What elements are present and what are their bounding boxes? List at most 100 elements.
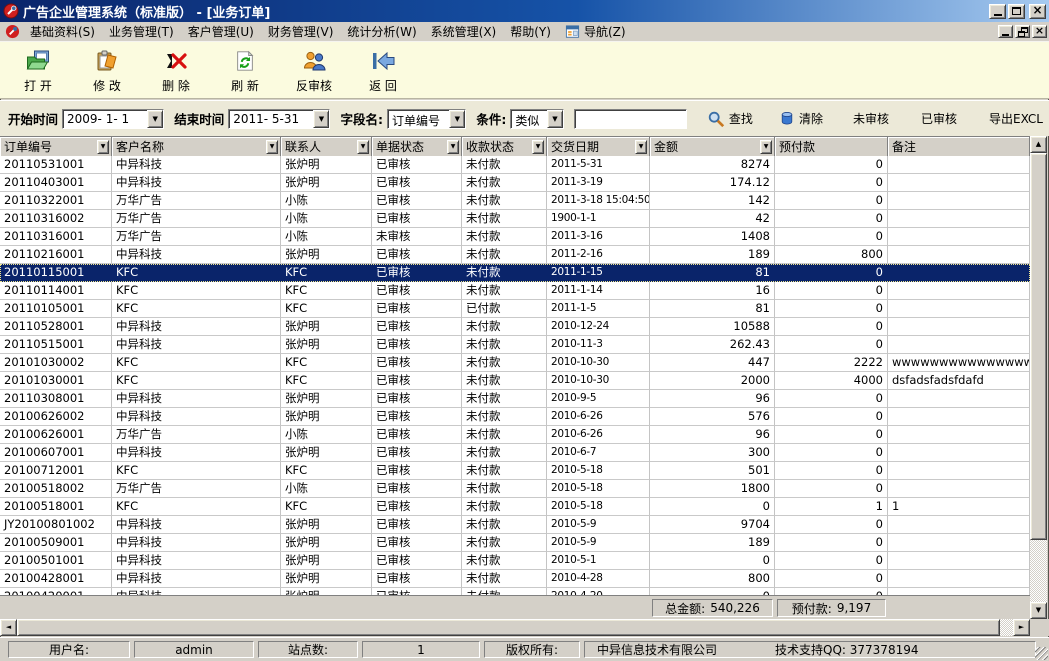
table-row[interactable]: 20110115001KFCKFC已审核未付款2011-1-15810 — [0, 264, 1030, 282]
table-row[interactable]: 20100518002万华广告小陈已审核未付款2010-5-1818000 — [0, 480, 1030, 498]
table-cell: 中异科技 — [112, 444, 281, 462]
column-filter-button[interactable]: ▼ — [357, 140, 369, 154]
mdi-close-button[interactable]: × — [1032, 25, 1047, 38]
column-header[interactable]: 单据状态▼ — [372, 137, 462, 157]
column-header[interactable]: 预付款 — [775, 137, 888, 157]
table-row[interactable]: 20100626001万华广告小陈已审核未付款2010-6-26960 — [0, 426, 1030, 444]
resize-grip[interactable] — [1035, 647, 1048, 660]
table-cell: 20100428001 — [0, 570, 112, 588]
column-filter-button[interactable]: ▼ — [266, 140, 278, 154]
table-row[interactable]: 20110105001KFCKFC已审核已付款2011-1-5810 — [0, 300, 1030, 318]
table-row[interactable]: 20110528001中异科技张炉明已审核未付款2010-12-24105880 — [0, 318, 1030, 336]
scroll-left-button[interactable]: ◄ — [0, 619, 17, 636]
column-filter-button[interactable]: ▼ — [97, 140, 109, 154]
column-header[interactable]: 金额▼ — [650, 137, 775, 157]
table-row[interactable]: 20100509001中异科技张炉明已审核未付款2010-5-91890 — [0, 534, 1030, 552]
menu-item-label: 导航(Z) — [584, 23, 626, 40]
dropdown-icon[interactable]: ▼ — [547, 110, 563, 128]
find-button[interactable]: 查找 — [701, 106, 759, 132]
table-row[interactable]: 20110322001万华广告小陈已审核未付款2011-3-18 15:04:5… — [0, 192, 1030, 210]
export-excel-button-label: 导出EXCL — [989, 110, 1043, 127]
table-row[interactable]: 20110403001中异科技张炉明已审核未付款2011-3-19174.120 — [0, 174, 1030, 192]
menu-item[interactable]: 客户管理(U) — [181, 23, 261, 41]
close-button[interactable]: × — [1029, 4, 1046, 19]
table-row[interactable]: 20100420001中异科技张炉明已审核未付款2010-4-2000 — [0, 588, 1030, 595]
scroll-right-button[interactable]: ► — [1013, 619, 1030, 636]
maximize-button[interactable] — [1008, 4, 1025, 19]
horizontal-scroll-track[interactable] — [17, 619, 1013, 636]
start-date-combo[interactable]: 2009- 1- 1 ▼ — [62, 109, 164, 129]
menu-item[interactable]: 帮助(Y) — [503, 23, 558, 41]
field-name-combo[interactable]: 订单编号 ▼ — [387, 109, 466, 129]
toolbar-button[interactable]: 刷 新 — [217, 46, 273, 96]
menu-item[interactable]: 基础资料(S) — [23, 23, 102, 41]
search-input[interactable] — [574, 109, 687, 129]
end-date-combo[interactable]: 2011- 5-31 ▼ — [228, 109, 330, 129]
unaudited-button[interactable]: 未审核 — [847, 106, 895, 131]
mdi-minimize-button[interactable] — [998, 25, 1013, 38]
table-cell: 142 — [650, 192, 775, 210]
horizontal-scrollbar[interactable]: ◄ ► — [0, 619, 1030, 636]
menu-item[interactable]: 业务管理(T) — [102, 23, 181, 41]
table-row[interactable]: 20110515001中异科技张炉明已审核未付款2010-11-3262.430 — [0, 336, 1030, 354]
export-excel-button[interactable]: 导出EXCL — [983, 106, 1049, 131]
column-header[interactable]: 交货日期▼ — [547, 137, 650, 157]
horizontal-scroll-thumb[interactable] — [17, 619, 1000, 636]
table-row[interactable]: 20110316001万华广告小陈未审核未付款2011-3-1614080 — [0, 228, 1030, 246]
column-header[interactable]: 备注 — [888, 137, 1030, 157]
column-header[interactable]: 联系人▼ — [281, 137, 372, 157]
scroll-up-button[interactable]: ▲ — [1030, 136, 1047, 153]
table-row[interactable]: 20110308001中异科技张炉明已审核未付款2010-9-5960 — [0, 390, 1030, 408]
table-row[interactable]: 20110114001KFCKFC已审核未付款2011-1-14160 — [0, 282, 1030, 300]
app-icon[interactable] — [3, 3, 19, 19]
mdi-restore-button[interactable] — [1015, 25, 1030, 38]
table-row[interactable]: 20101030002KFCKFC已审核未付款2010-10-304472222… — [0, 354, 1030, 372]
table-row[interactable]: 20110216001中异科技张炉明已审核未付款2011-2-16189800 — [0, 246, 1030, 264]
menu-item[interactable]: 财务管理(V) — [261, 23, 341, 41]
table-row[interactable]: JY20100801002中异科技张炉明已审核未付款2010-5-997040 — [0, 516, 1030, 534]
menu-item[interactable]: 统计分析(W) — [340, 23, 423, 41]
column-filter-button[interactable]: ▼ — [447, 140, 459, 154]
minimize-button[interactable] — [989, 4, 1006, 19]
table-cell: 2010-4-28 — [547, 570, 650, 588]
table-row[interactable]: 20101030001KFCKFC已审核未付款2010-10-302000400… — [0, 372, 1030, 390]
condition-combo[interactable]: 类似 ▼ — [510, 109, 564, 129]
table-row[interactable]: 20100428001中异科技张炉明已审核未付款2010-4-288000 — [0, 570, 1030, 588]
scroll-down-button[interactable]: ▼ — [1030, 602, 1047, 619]
toolbar-button[interactable]: 返 回 — [355, 46, 411, 96]
toolbar-button[interactable]: 删 除 — [148, 46, 204, 96]
column-header[interactable]: 客户名称▼ — [112, 137, 281, 157]
column-filter-button[interactable]: ▼ — [635, 140, 647, 154]
toolbar-button[interactable]: 修 改 — [79, 46, 135, 96]
vertical-scroll-track[interactable] — [1030, 153, 1047, 602]
table-row[interactable]: 20100518001KFCKFC已审核未付款2010-5-18011 — [0, 498, 1030, 516]
clear-button[interactable]: 清除 — [773, 106, 829, 131]
menu-item-label: 统计分析(W) — [347, 23, 416, 40]
dropdown-icon[interactable]: ▼ — [147, 110, 163, 128]
menu-item-label: 业务管理(T) — [109, 23, 174, 40]
table-row[interactable]: 20100712001KFCKFC已审核未付款2010-5-185010 — [0, 462, 1030, 480]
vertical-scroll-thumb[interactable] — [1030, 153, 1047, 540]
column-filter-button[interactable]: ▼ — [532, 140, 544, 154]
menu-item[interactable]: 导航(Z) — [558, 23, 633, 41]
column-header[interactable]: 收款状态▼ — [462, 137, 547, 157]
dropdown-icon[interactable]: ▼ — [449, 110, 465, 128]
maximize-icon — [1012, 7, 1021, 15]
column-filter-button[interactable]: ▼ — [760, 140, 772, 154]
toolbar-button[interactable]: 打 开 — [10, 46, 66, 96]
table-cell: 未付款 — [462, 354, 547, 372]
vertical-scrollbar[interactable]: ▲ ▼ — [1030, 136, 1047, 619]
table-row[interactable]: 20100607001中异科技张炉明已审核未付款2010-6-73000 — [0, 444, 1030, 462]
table-row[interactable]: 20100501001中异科技张炉明已审核未付款2010-5-100 — [0, 552, 1030, 570]
menu-item[interactable]: 系统管理(X) — [424, 23, 504, 41]
column-header[interactable]: 订单编号▼ — [0, 137, 112, 157]
column-header-label: 交货日期 — [547, 138, 635, 155]
mdi-child-icon[interactable] — [5, 24, 20, 39]
table-row[interactable]: 20110316002万华广告小陈已审核未付款1900-1-1420 — [0, 210, 1030, 228]
table-cell: 2010-9-5 — [547, 390, 650, 408]
toolbar-button[interactable]: 反审核 — [286, 46, 342, 96]
audited-button[interactable]: 已审核 — [915, 106, 963, 131]
dropdown-icon[interactable]: ▼ — [313, 110, 329, 128]
table-row[interactable]: 20100626002中异科技张炉明已审核未付款2010-6-265760 — [0, 408, 1030, 426]
table-row[interactable]: 20110531001中异科技张炉明已审核未付款2011-5-3182740 — [0, 156, 1030, 174]
